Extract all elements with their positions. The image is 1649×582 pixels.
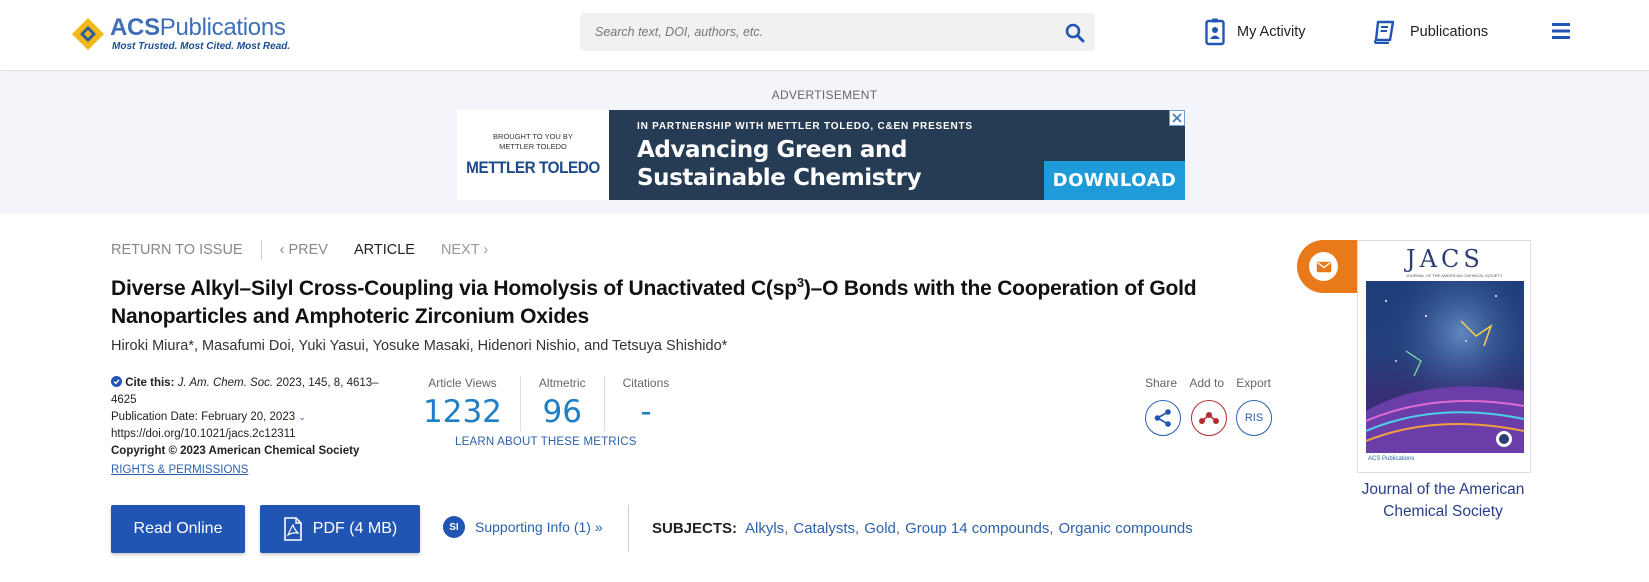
share-labels: Share Add to Export — [1145, 376, 1271, 390]
chevron-right-icon: › — [479, 242, 489, 258]
journal-name-link[interactable]: Journal of the American Chemical Society — [1343, 479, 1543, 523]
pdf-button[interactable]: PDF (4 MB) — [260, 505, 420, 553]
cover-illustration — [1366, 281, 1524, 453]
copyright-notice: Copyright © 2023 American Chemical Socie… — [111, 445, 360, 457]
advertisement-label: ADVERTISEMENT — [771, 88, 878, 102]
hamburger-menu-button[interactable] — [1551, 20, 1571, 42]
advertisement-band: ADVERTISEMENT BROUGHT TO YOU BY METTLER … — [0, 72, 1649, 214]
current-article-label: ARTICLE — [353, 242, 415, 258]
chevron-down-icon: ⌄ — [298, 412, 306, 422]
acs-logo-mark-icon — [72, 18, 104, 50]
ad-close-button[interactable] — [1169, 110, 1185, 126]
subjects-list: SUBJECTS: Alkyls, Catalysts, Gold, Group… — [652, 520, 1193, 537]
return-to-issue-link[interactable]: RETURN TO ISSUE — [111, 242, 243, 258]
rights-permissions-link[interactable]: RIGHTS & PERMISSIONS — [111, 462, 248, 479]
export-ris-button[interactable]: RIS — [1236, 400, 1272, 436]
article-views-value: 1232 — [423, 394, 502, 430]
article-metrics: Article Views 1232 Altmetric 96 Citation… — [415, 376, 687, 431]
search-icon — [1065, 23, 1085, 43]
site-header: ACSPublications Most Trusted. Most Cited… — [0, 0, 1649, 71]
doi-link[interactable]: https://doi.org/10.1021/jacs.2c12311 — [111, 426, 401, 443]
nav-divider — [260, 240, 262, 260]
prev-article-link[interactable]: ‹ PREV — [280, 242, 328, 258]
cite-journal: J. Am. Chem. Soc. — [177, 377, 274, 389]
envelope-icon — [1316, 261, 1331, 272]
my-activity-label: My Activity — [1237, 24, 1306, 40]
share-icon — [1154, 409, 1171, 427]
mendeley-icon — [1198, 412, 1219, 424]
publications-label: Publications — [1410, 24, 1489, 40]
advertisement-banner[interactable]: BROUGHT TO YOU BY METTLER TOLEDO METTLER… — [457, 110, 1185, 200]
check-circle-icon — [111, 376, 122, 387]
journal-cover[interactable]: JACS JOURNAL OF THE AMERICAN CHEMICAL SO… — [1357, 240, 1531, 473]
metric-article-views: Article Views 1232 — [415, 376, 521, 431]
cover-footer: ACS Publications — [1368, 456, 1415, 462]
subject-link[interactable]: Gold — [864, 520, 896, 537]
supporting-info-link[interactable]: SI Supporting Info (1) » — [443, 516, 603, 538]
metric-citations: Citations - — [622, 376, 670, 430]
altmetric-value: 96 — [542, 394, 582, 430]
subject-link[interactable]: Organic compounds — [1059, 520, 1193, 537]
email-alerts-button[interactable] — [1297, 240, 1359, 293]
subjects-heading: SUBJECTS: — [652, 520, 738, 537]
article-authors[interactable]: Hiroki Miura*, Masafumi Doi, Yuki Yasui,… — [111, 338, 727, 354]
ad-download-button[interactable]: DOWNLOAD — [1044, 161, 1185, 200]
book-icon — [1373, 20, 1395, 44]
ad-sponsor-logo: METTLER TOLEDO — [466, 158, 600, 177]
acs-logo[interactable]: ACSPublications Most Trusted. Most Cited… — [70, 14, 290, 54]
cover-journal-name: JOURNAL OF THE AMERICAN CHEMICAL SOCIETY — [1406, 273, 1503, 278]
search-box — [580, 13, 1095, 51]
publications-link[interactable]: Publications — [1372, 17, 1488, 47]
logo-wordmark: ACSPublications — [110, 14, 286, 41]
cover-journal-abbrev: JACS — [1406, 245, 1484, 273]
citation-block: Cite this: J. Am. Chem. Soc. 2023, 145, … — [111, 375, 401, 479]
subject-link[interactable]: Alkyls — [745, 520, 784, 537]
citations-value: - — [640, 394, 652, 430]
pdf-file-icon — [283, 517, 302, 541]
publication-date[interactable]: Publication Date: February 20, 2023 ⌄ — [111, 409, 401, 426]
learn-about-metrics-link[interactable]: LEARN ABOUT THESE METRICS — [455, 436, 637, 448]
next-article-link[interactable]: NEXT › — [441, 242, 488, 258]
my-activity-link[interactable]: My Activity — [1205, 17, 1305, 47]
close-icon — [1172, 113, 1182, 123]
subject-link[interactable]: Catalysts — [793, 520, 855, 537]
share-buttons: RIS — [1145, 400, 1272, 436]
cite-this[interactable]: Cite this: J. Am. Chem. Soc. 2023, 145, … — [111, 375, 401, 409]
logo-tagline: Most Trusted. Most Cited. Most Read. — [112, 41, 291, 52]
metric-altmetric[interactable]: Altmetric 96 — [521, 376, 605, 431]
search-input[interactable] — [580, 13, 1040, 51]
ad-headline: Advancing Green and Sustainable Chemistr… — [637, 137, 922, 191]
ad-brought-by: BROUGHT TO YOU BY METTLER TOLEDO — [493, 132, 573, 151]
cover-artwork — [1366, 281, 1524, 453]
ad-sponsor-panel: BROUGHT TO YOU BY METTLER TOLEDO METTLER… — [457, 110, 609, 200]
hamburger-icon — [1552, 23, 1570, 39]
share-button[interactable] — [1145, 400, 1181, 436]
search-button[interactable] — [1063, 21, 1087, 45]
article-title: Diverse Alkyl–Silyl Cross-Coupling via H… — [111, 275, 1197, 328]
activity-badge-icon — [1205, 18, 1225, 46]
action-divider — [628, 505, 629, 552]
read-online-button[interactable]: Read Online — [111, 505, 245, 553]
add-to-button[interactable] — [1190, 400, 1227, 436]
subject-link[interactable]: Group 14 compounds — [905, 520, 1049, 537]
ad-partner-text: IN PARTNERSHIP WITH METTLER TOLEDO, C&EN… — [637, 121, 973, 132]
article-navigation: RETURN TO ISSUE ‹ PREV ARTICLE NEXT › — [111, 240, 488, 260]
si-badge: SI — [443, 516, 465, 538]
